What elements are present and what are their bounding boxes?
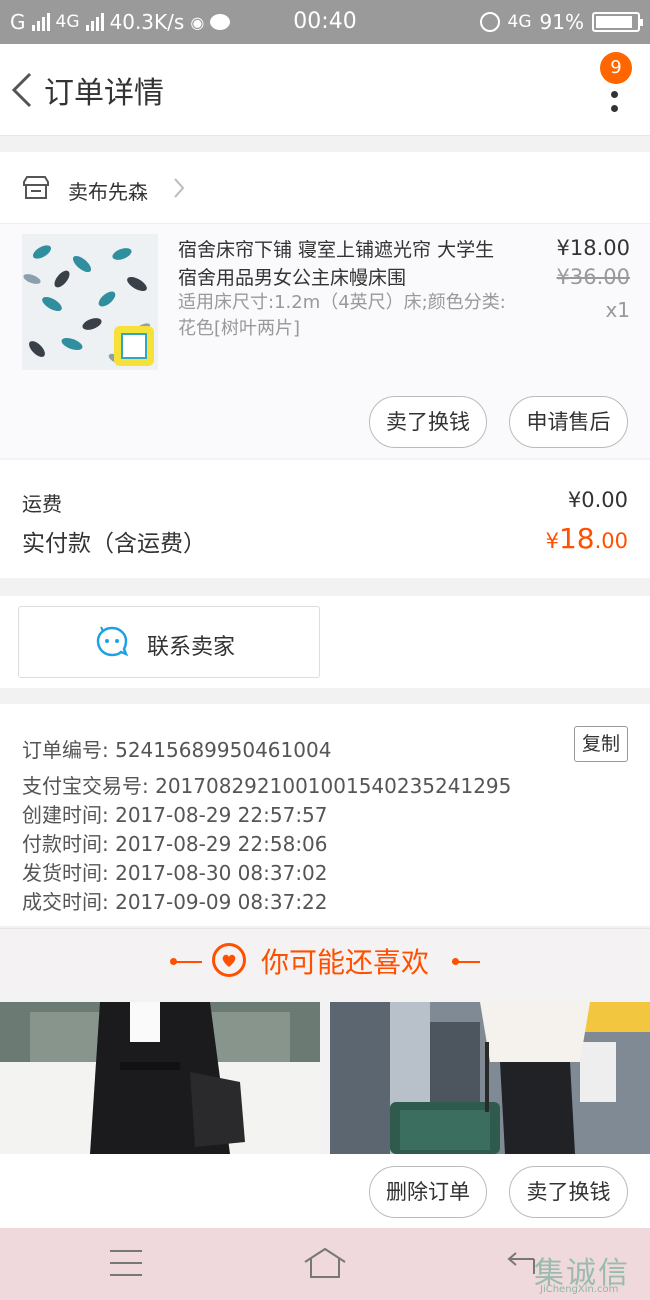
fashion-photo-2 — [330, 1002, 650, 1154]
contact-seller-button[interactable]: 联系卖家 — [18, 606, 320, 678]
recommend-item-image[interactable] — [330, 1002, 650, 1154]
home-icon[interactable] — [302, 1246, 348, 1280]
order-item-card: 卖布先森 宿舍床帘下铺 寝室上铺遮光帘 大学生宿舍用品男女公主床幔床围 适用床尺… — [0, 152, 650, 458]
leaf-pattern-image — [22, 234, 158, 370]
product-title[interactable]: 宿舍床帘下铺 寝室上铺遮光帘 大学生宿舍用品男女公主床幔床围 — [178, 236, 508, 292]
page-title: 订单详情 — [44, 76, 164, 111]
back-button[interactable] — [8, 68, 38, 112]
order-number: 订单编号: 52415689950461004 — [22, 738, 332, 762]
bottom-actions: 删除订单 卖了换钱 — [0, 1154, 650, 1228]
chat-bubble-icon — [96, 626, 129, 657]
after-sale-button[interactable]: 申请售后 — [509, 396, 628, 448]
created-time: 创建时间: 2017-08-29 22:57:57 — [22, 803, 328, 827]
recommend-header: 你可能还喜欢 — [0, 928, 650, 994]
copy-button[interactable]: 复制 — [574, 726, 628, 762]
alipay-trade-number: 支付宝交易号: 2017082921001001540235241295 — [22, 774, 512, 798]
shop-row[interactable]: 卖布先森 — [0, 152, 650, 224]
completed-time: 成交时间: 2017-09-09 08:37:22 — [22, 890, 328, 914]
paid-time: 付款时间: 2017-08-29 22:58:06 — [22, 832, 328, 856]
shop-icon — [23, 176, 49, 199]
sell-for-cash-button[interactable]: 卖了换钱 — [369, 396, 487, 448]
product-spec: 适用床尺寸:1.2m（4英尺）床;颜色分类:花色[树叶两片] — [178, 292, 506, 339]
network-right-label: 4G — [507, 12, 532, 32]
notification-badge: 9 — [600, 52, 632, 84]
product-price: ¥18.00 — [556, 236, 630, 260]
contact-seller-label: 联系卖家 — [147, 635, 236, 660]
battery-icon — [592, 12, 643, 32]
alarm-icon — [479, 12, 500, 32]
dot-icon — [610, 105, 618, 112]
dot-icon — [610, 90, 618, 98]
order-info-card: 订单编号: 52415689950461004 复制 支付宝交易号: 20170… — [0, 704, 650, 926]
product-image[interactable] — [22, 234, 158, 370]
fashion-photo-1 — [0, 1002, 320, 1154]
product-quantity: x1 — [605, 298, 630, 322]
shipping-value: ¥0.00 — [567, 488, 628, 512]
sell-for-cash-button-bottom[interactable]: 卖了换钱 — [509, 1166, 628, 1218]
battery-fill — [596, 16, 633, 28]
paid-integer: 18 — [558, 522, 595, 555]
product-original-price: ¥36.00 — [556, 265, 630, 289]
menu-icon[interactable] — [110, 1250, 142, 1276]
chevron-right-icon — [174, 178, 185, 198]
delete-order-button[interactable]: 删除订单 — [369, 1166, 487, 1218]
chevron-left-icon — [11, 72, 32, 108]
back-nav-icon[interactable] — [506, 1250, 536, 1276]
shipped-time: 发货时间: 2017-08-30 08:37:02 — [22, 861, 328, 885]
paid-decimal: .00 — [594, 529, 628, 553]
shipping-label: 运费 — [22, 492, 62, 516]
nav-bar: 订单详情 9 — [0, 44, 650, 136]
status-right: 4G 91% — [479, 10, 643, 34]
recommend-item-image[interactable] — [0, 1002, 320, 1154]
shop-name: 卖布先森 — [68, 180, 148, 204]
status-bar: G 4G 40.3K/s ◉ 00:40 4G 91% — [0, 0, 650, 44]
paid-label: 实付款（含运费） — [22, 531, 206, 557]
watermark-url: JiChengXin.com — [540, 1284, 619, 1295]
recommend-title-text: 你可能还喜欢 — [260, 946, 429, 979]
recommend-title: 你可能还喜欢 — [0, 941, 650, 981]
paid-value: ¥18.00 — [546, 522, 628, 555]
paid-currency: ¥ — [545, 529, 559, 553]
battery-percent: 91% — [539, 10, 584, 34]
right-dot-decor — [452, 958, 459, 965]
system-nav-bar: 集诚信 JiChengXin.com — [0, 1228, 650, 1300]
fee-card: 运费 ¥0.00 实付款（含运费） ¥18.00 — [0, 460, 650, 578]
contact-card: 联系卖家 — [0, 596, 650, 688]
